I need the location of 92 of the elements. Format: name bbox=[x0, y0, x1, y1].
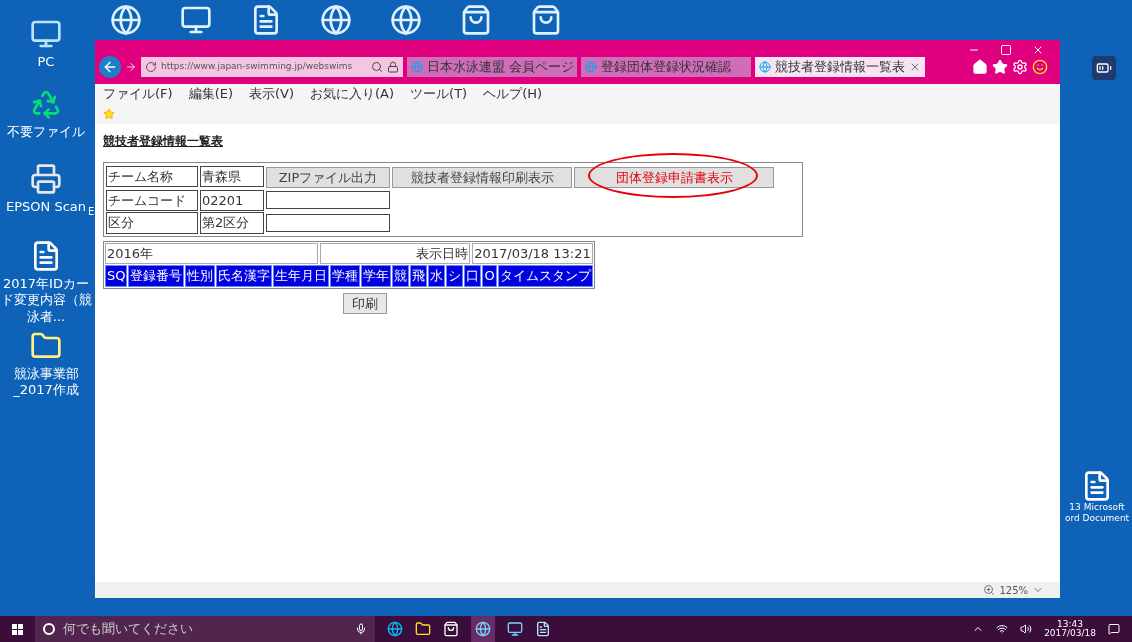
table-cell: チーム名称 bbox=[106, 165, 198, 188]
column-header: O bbox=[482, 265, 497, 287]
column-header: 飛 bbox=[410, 265, 428, 287]
column-header: 学種 bbox=[330, 265, 361, 287]
page-icon bbox=[759, 61, 771, 73]
zoom-level[interactable]: 125% bbox=[999, 582, 1028, 598]
address-bar[interactable]: https://www.japan-swimming.jp/webswims bbox=[141, 57, 403, 77]
tab-title: 日本水泳連盟 会員ページ bbox=[427, 58, 575, 77]
refresh-icon[interactable] bbox=[145, 61, 157, 73]
action-button[interactable]: 団体登録申請書表示 bbox=[574, 166, 774, 188]
desktop-icon-label[interactable]: 不要ファイル bbox=[7, 124, 85, 141]
home-icon[interactable] bbox=[972, 59, 988, 75]
pc-icon bbox=[30, 18, 62, 50]
cortana-icon bbox=[43, 623, 55, 635]
active-app-icon[interactable] bbox=[471, 616, 495, 642]
desktop-icon-label: E bbox=[88, 205, 95, 219]
desktop-shortcut-icon[interactable] bbox=[110, 4, 142, 36]
table-cell: 区分 bbox=[106, 212, 198, 234]
desktop-shortcut-icon[interactable] bbox=[530, 4, 562, 36]
lock-icon bbox=[387, 61, 399, 73]
column-header: 性別 bbox=[185, 265, 216, 287]
print-button[interactable]: 印刷 bbox=[343, 292, 387, 314]
desktop-shortcut-icon[interactable] bbox=[320, 4, 352, 36]
table-cell: 2016年 bbox=[105, 242, 319, 264]
store-icon[interactable] bbox=[443, 621, 459, 637]
table-cell: 表示日時 bbox=[320, 242, 471, 264]
search-placeholder: 何でも聞いてください bbox=[63, 620, 193, 639]
desktop-shortcut-icon[interactable] bbox=[180, 4, 212, 36]
app-tile[interactable] bbox=[1092, 56, 1116, 80]
folder-icon[interactable] bbox=[415, 621, 431, 637]
browser-tab[interactable]: 競技者登録情報一覧表 bbox=[755, 57, 925, 77]
clock-time[interactable]: 13:43 bbox=[1057, 620, 1084, 629]
browser-tab[interactable]: 登録団体登録状況確認 bbox=[581, 57, 751, 77]
close-tab-icon[interactable] bbox=[909, 61, 921, 73]
menu-item[interactable]: 表示(V) bbox=[249, 84, 295, 104]
desktop-icon-label[interactable]: 競泳事業部_2017作成 bbox=[0, 366, 92, 399]
recycle-icon bbox=[30, 88, 62, 120]
column-header: 学年 bbox=[361, 265, 392, 287]
table-cell: 青森県 bbox=[200, 165, 264, 188]
desktop-shortcut-icon[interactable] bbox=[390, 4, 422, 36]
close-icon[interactable] bbox=[1032, 44, 1044, 56]
desktop-icon-label: 13 Microsoft bbox=[1069, 502, 1125, 514]
page-icon bbox=[411, 61, 423, 73]
desktop-icon-label[interactable]: EPSON Scan bbox=[6, 199, 86, 216]
desktop-icon-label: ord Document bbox=[1064, 513, 1130, 525]
column-header: タイムスタンプ bbox=[497, 265, 593, 287]
column-header: 氏名漢字 bbox=[216, 265, 273, 287]
browser-tab[interactable]: 日本水泳連盟 会員ページ bbox=[407, 57, 577, 77]
column-header: 口 bbox=[464, 265, 482, 287]
menu-item[interactable]: お気に入り(A) bbox=[310, 84, 395, 104]
windows-logo-icon[interactable] bbox=[12, 623, 23, 635]
scanner-icon bbox=[30, 163, 62, 195]
column-header: 競 bbox=[392, 265, 410, 287]
page-icon bbox=[585, 61, 597, 73]
column-header: 登録番号 bbox=[128, 265, 185, 287]
table-cell: チームコード bbox=[106, 189, 198, 211]
menu-item[interactable]: 編集(E) bbox=[188, 84, 233, 104]
app-icon[interactable] bbox=[507, 621, 523, 637]
favorites-star-icon[interactable] bbox=[103, 107, 115, 120]
notification-icon[interactable] bbox=[1108, 623, 1120, 635]
table-cell: 02201 bbox=[200, 189, 264, 211]
search-field[interactable]: 何でも聞いてください bbox=[35, 616, 375, 642]
page-title: 競技者登録情報一覧表 bbox=[103, 132, 224, 150]
table-cell: 第2区分 bbox=[200, 212, 264, 234]
tab-title: 競技者登録情報一覧表 bbox=[775, 58, 905, 77]
maximize-icon[interactable] bbox=[1000, 44, 1012, 56]
menu-item[interactable]: ツール(T) bbox=[410, 84, 468, 104]
back-button[interactable] bbox=[99, 56, 121, 78]
smiley-icon[interactable] bbox=[1032, 59, 1048, 75]
desktop-icon-label[interactable]: 2017年IDカード変更内容（競泳者... bbox=[0, 276, 92, 325]
menu-item[interactable]: ファイル(F) bbox=[103, 84, 173, 104]
search-icon[interactable] bbox=[371, 61, 383, 73]
clock-date[interactable]: 2017/03/18 bbox=[1044, 629, 1096, 638]
zoom-icon[interactable] bbox=[983, 584, 996, 596]
column-header: 水 bbox=[428, 265, 446, 287]
menu-item[interactable]: ヘルプ(H) bbox=[483, 84, 543, 104]
mic-icon[interactable] bbox=[355, 623, 367, 635]
volume-icon[interactable] bbox=[1020, 623, 1033, 635]
settings-icon[interactable] bbox=[1012, 59, 1028, 75]
column-header: シ bbox=[446, 265, 464, 287]
action-button[interactable]: 競技者登録情報印刷表示 bbox=[392, 166, 572, 188]
column-header: SQ bbox=[105, 265, 128, 287]
desktop-shortcut-icon[interactable] bbox=[460, 4, 492, 36]
column-header: 生年月日 bbox=[273, 265, 330, 287]
desktop-icon-label[interactable]: PC bbox=[37, 54, 55, 71]
tab-title: 登録団体登録状況確認 bbox=[601, 58, 732, 77]
table-cell: 2017/03/18 13:21 bbox=[472, 242, 593, 264]
address-text: https://www.japan-swimming.jp/webswims bbox=[161, 60, 354, 74]
action-button[interactable]: ZIPファイル出力 bbox=[266, 166, 390, 188]
favorites-icon[interactable] bbox=[992, 59, 1008, 75]
network-icon[interactable] bbox=[996, 623, 1009, 635]
browser-icon[interactable] bbox=[387, 621, 403, 637]
